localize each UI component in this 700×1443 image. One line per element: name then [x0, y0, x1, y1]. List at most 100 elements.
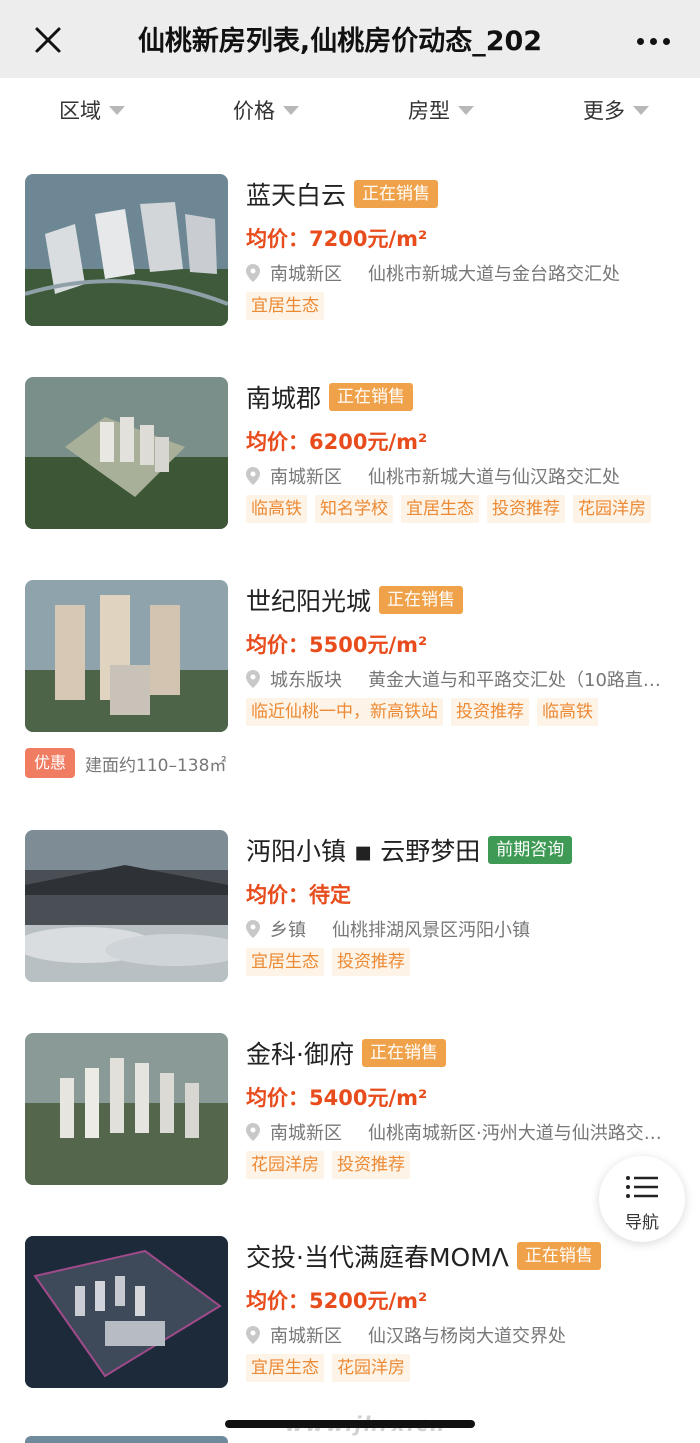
- listing-address: 黄金大道与和平路交汇处（10路直…: [368, 670, 661, 691]
- location-pin-icon: [246, 264, 260, 282]
- listing-tags: 临近仙桃一中，新高铁站 投资推荐 临高铁: [246, 698, 598, 726]
- filter-label: 价格: [233, 99, 275, 123]
- filter-label: 更多: [583, 99, 625, 123]
- status-badge: 正在销售: [354, 180, 439, 208]
- listing-tags: 宜居生态: [246, 292, 324, 320]
- listing-tags: 花园洋房 投资推荐: [246, 1151, 410, 1179]
- listing-district: 乡镇: [270, 920, 306, 941]
- listing-image: [25, 580, 228, 732]
- listing-name-row: 世纪阳光城 正在销售: [246, 582, 464, 618]
- feature-tag: 花园洋房: [246, 1151, 324, 1179]
- listing-district: 城东版块: [270, 670, 342, 691]
- filter-region[interactable]: 区域: [59, 94, 125, 126]
- feature-tag: 临高铁: [246, 495, 307, 523]
- listing-district: 南城新区: [270, 1326, 342, 1347]
- listing-name-row: 交投·当代满庭春MOMΛ 正在销售: [246, 1238, 601, 1274]
- location-pin-icon: [246, 1326, 260, 1344]
- listing-image: [25, 1033, 228, 1185]
- listing-name-row: 沔阳小镇 ◾ 云野梦田 前期咨询: [246, 832, 573, 868]
- promo-text: 建面约110–138㎡: [85, 755, 227, 776]
- more-button[interactable]: [628, 24, 678, 58]
- listing-tags: 临高铁 知名学校 宜居生态 投资推荐 花园洋房: [246, 495, 651, 523]
- listing-address: 仙桃南城新区·沔州大道与仙洪路交…: [368, 1123, 662, 1144]
- status-badge: 正在销售: [379, 586, 464, 614]
- listing-image: [25, 830, 228, 982]
- filter-layout[interactable]: 房型: [408, 94, 474, 126]
- listing-tags: 宜居生态 投资推荐: [246, 948, 410, 976]
- status-badge: 正在销售: [361, 1039, 446, 1067]
- close-button[interactable]: [30, 22, 66, 58]
- feature-tag: 花园洋房: [332, 1354, 410, 1382]
- feature-tag: 临高铁: [537, 698, 598, 726]
- listing-name: 交投·当代满庭春MOMΛ: [246, 1243, 509, 1272]
- feature-tag: 宜居生态: [246, 292, 324, 320]
- page-title: 仙桃新房列表,仙桃房价动态_202: [137, 26, 543, 57]
- navigation-label: 导航: [625, 1213, 659, 1233]
- feature-tag: 投资推荐: [332, 948, 410, 976]
- feature-tag: 知名学校: [315, 495, 393, 523]
- feature-tag: 投资推荐: [332, 1151, 410, 1179]
- close-icon: [35, 27, 61, 53]
- listing-location: 南城新区 仙桃市新城大道与金台路交汇处: [246, 258, 676, 288]
- listing-name-row: 金科·御府 正在销售: [246, 1035, 446, 1071]
- filter-bar: 区域 价格 房型 更多: [0, 78, 700, 142]
- feature-tag: 宜居生态: [401, 495, 479, 523]
- home-indicator[interactable]: [225, 1420, 475, 1428]
- location-pin-icon: [246, 1123, 260, 1141]
- more-icon: [636, 37, 644, 45]
- listing-address: 仙桃市新城大道与金台路交汇处: [368, 264, 620, 285]
- listing-image: [25, 377, 228, 529]
- title-bar: 仙桃新房列表,仙桃房价动态_202: [0, 0, 700, 78]
- location-pin-icon: [246, 670, 260, 688]
- filter-label: 区域: [59, 99, 101, 123]
- menu-list-icon: [626, 1176, 658, 1198]
- promo-row: 优惠 建面约110–138㎡: [25, 747, 226, 779]
- location-pin-icon: [246, 920, 260, 938]
- listing-price: 均价：待定: [246, 883, 351, 907]
- status-badge: 正在销售: [329, 383, 414, 411]
- listing-address: 仙汉路与杨岗大道交界处: [368, 1326, 566, 1347]
- listing-district: 南城新区: [270, 1123, 342, 1144]
- listing-tags: 宜居生态 花园洋房: [246, 1354, 410, 1382]
- caret-down-icon: [109, 105, 125, 115]
- listing-price: 均价：5500元/m²: [246, 633, 428, 657]
- listing-price: 均价：5400元/m²: [246, 1086, 428, 1110]
- listing-name: 金科·御府: [246, 1040, 354, 1069]
- feature-tag: 投资推荐: [487, 495, 565, 523]
- listing-price: 均价：5200元/m²: [246, 1289, 428, 1313]
- listing-name-row: 蓝天白云 正在销售: [246, 176, 439, 212]
- feature-tag: 宜居生态: [246, 948, 324, 976]
- caret-down-icon: [283, 105, 299, 115]
- listing-district: 南城新区: [270, 264, 342, 285]
- listing-location: 城东版块 黄金大道与和平路交汇处（10路直…: [246, 664, 676, 694]
- filter-more[interactable]: 更多: [583, 94, 649, 126]
- status-badge: 正在销售: [516, 1242, 601, 1270]
- listing-name: 南城郡: [246, 384, 322, 413]
- feature-tag: 宜居生态: [246, 1354, 324, 1382]
- filter-label: 房型: [408, 99, 450, 123]
- listing-address: 仙桃排湖风景区沔阳小镇: [332, 920, 530, 941]
- feature-tag: 花园洋房: [573, 495, 651, 523]
- listing-location: 乡镇 仙桃排湖风景区沔阳小镇: [246, 914, 676, 944]
- caret-down-icon: [633, 105, 649, 115]
- listing-price: 均价：6200元/m²: [246, 430, 428, 454]
- listing-price: 均价：7200元/m²: [246, 227, 428, 251]
- next-listing-image: [25, 1436, 228, 1443]
- promo-badge: 优惠: [25, 748, 76, 778]
- listing-image: [25, 1236, 228, 1388]
- listing-name: 沔阳小镇 ◾ 云野梦田: [246, 837, 481, 866]
- navigation-button[interactable]: 导航: [599, 1156, 685, 1242]
- filter-price[interactable]: 价格: [233, 94, 299, 126]
- listing-name: 蓝天白云: [246, 181, 347, 210]
- listing-name: 世纪阳光城: [246, 587, 372, 616]
- status-badge: 前期咨询: [488, 836, 573, 864]
- listing-name-row: 南城郡 正在销售: [246, 379, 414, 415]
- listing-location: 南城新区 仙桃市新城大道与仙汉路交汇处: [246, 461, 676, 491]
- listing-district: 南城新区: [270, 467, 342, 488]
- feature-tag: 临近仙桃一中，新高铁站: [246, 698, 443, 726]
- feature-tag: 投资推荐: [451, 698, 529, 726]
- listing-image: [25, 174, 228, 326]
- listing-location: 南城新区 仙桃南城新区·沔州大道与仙洪路交…: [246, 1117, 676, 1147]
- location-pin-icon: [246, 467, 260, 485]
- listing-address: 仙桃市新城大道与仙汉路交汇处: [368, 467, 620, 488]
